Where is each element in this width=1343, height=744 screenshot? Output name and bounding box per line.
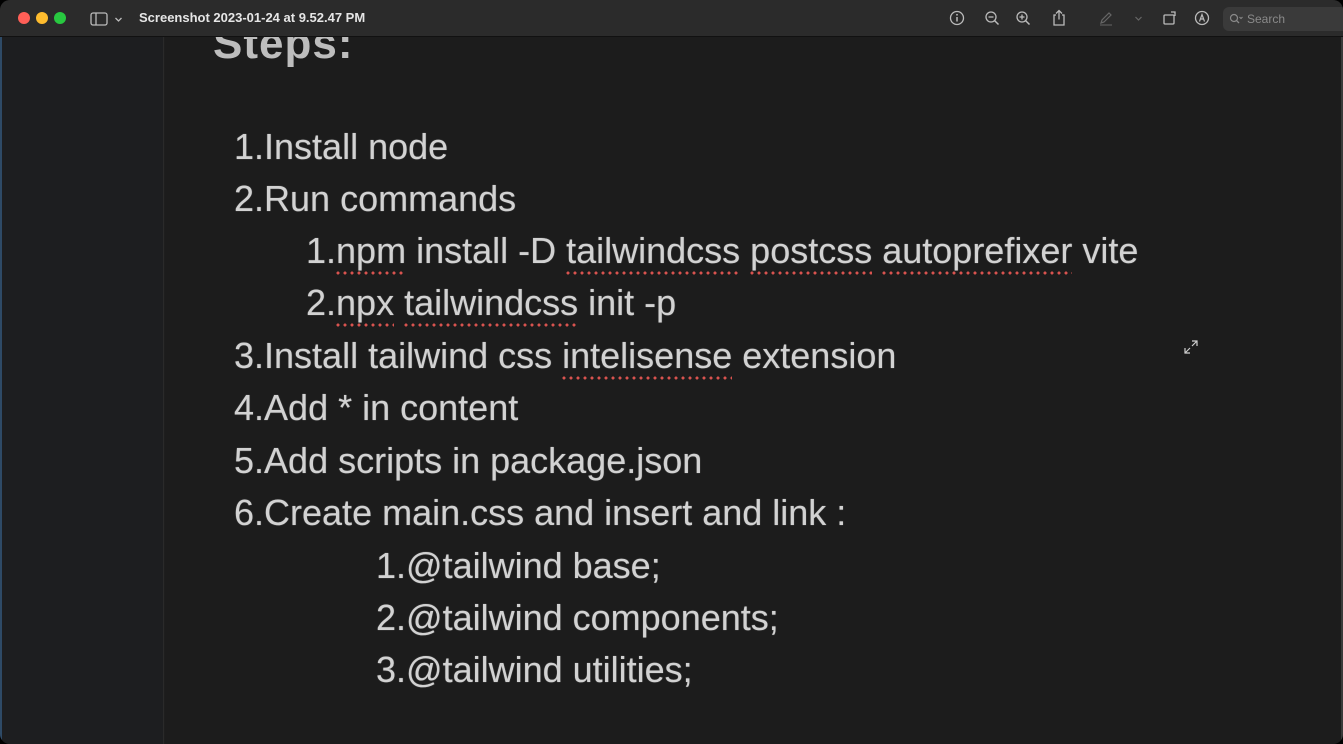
annotate-icon bbox=[1194, 10, 1210, 26]
annotate-button[interactable] bbox=[1193, 9, 1211, 27]
chevron-down-icon bbox=[115, 17, 122, 22]
list-item: 2. @tailwind components; bbox=[376, 598, 779, 638]
misspelled-word: npm bbox=[336, 230, 407, 276]
list-item-text: vite bbox=[1072, 230, 1139, 271]
share-icon bbox=[1053, 9, 1065, 26]
list-item: 3. Install tailwind css intelisense exte… bbox=[234, 335, 897, 381]
list-item: 4. Add * in content bbox=[234, 388, 518, 428]
list-item-text: Create main.css and insert and link : bbox=[264, 492, 847, 533]
share-button[interactable] bbox=[1050, 9, 1068, 27]
misspelled-word: tailwindcss bbox=[404, 282, 579, 328]
list-item-text bbox=[872, 230, 882, 271]
zoom-in-button[interactable] bbox=[1014, 9, 1032, 27]
rotate-icon bbox=[1163, 11, 1176, 25]
list-item-text bbox=[740, 230, 750, 271]
misspelled-word: tailwindcss bbox=[566, 230, 741, 276]
list-item-text: Install node bbox=[264, 126, 449, 167]
rotate-button[interactable] bbox=[1161, 9, 1179, 27]
misspelled-word: postcss bbox=[750, 230, 873, 276]
document-view: Steps: 1. Install node 2. Run commands 1. … bbox=[165, 37, 1343, 744]
misspelled-word: autoprefixer bbox=[882, 230, 1073, 276]
info-icon bbox=[949, 10, 965, 26]
title-bar: Screenshot 2023-01-24 at 9.52.47 PM bbox=[0, 0, 1343, 37]
list-item-text bbox=[394, 282, 404, 323]
list-item-text: @tailwind utilities; bbox=[406, 649, 693, 690]
list-item-number: 4. bbox=[234, 387, 265, 428]
markup-button[interactable] bbox=[1097, 9, 1115, 27]
minimize-window-button[interactable] bbox=[36, 12, 48, 24]
list-item-number: 1. bbox=[376, 545, 407, 586]
search-icon bbox=[1229, 13, 1243, 24]
list-item-text: init -p bbox=[578, 282, 677, 323]
page-heading: Steps: bbox=[213, 37, 354, 68]
list-item-number: 3. bbox=[234, 335, 265, 376]
list-item-number: 1. bbox=[234, 126, 265, 167]
list-item-text: Install tailwind css bbox=[264, 335, 563, 376]
list-item-text: @tailwind components; bbox=[406, 597, 779, 638]
list-item-number: 2. bbox=[306, 282, 337, 323]
list-item-number: 6. bbox=[234, 492, 265, 533]
list-item: 2. Run commands bbox=[234, 179, 516, 219]
list-item: 3. @tailwind utilities; bbox=[376, 650, 693, 690]
list-item: 1. @tailwind base; bbox=[376, 546, 661, 586]
list-item-text: @tailwind base; bbox=[406, 545, 661, 586]
list-item-text: install -D bbox=[406, 230, 567, 271]
zoom-out-icon bbox=[985, 11, 1000, 26]
list-item: 2. npx tailwindcss init -p bbox=[306, 282, 677, 328]
list-item-number: 2. bbox=[376, 597, 407, 638]
list-item-number: 2. bbox=[234, 178, 265, 219]
chevron-down-icon bbox=[1134, 16, 1142, 21]
markup-pen-icon bbox=[1100, 12, 1112, 26]
list-item-text: Run commands bbox=[264, 178, 517, 219]
misspelled-word: intelisense bbox=[562, 335, 733, 381]
sidebar-panel bbox=[0, 37, 164, 744]
list-item-number: 5. bbox=[234, 440, 265, 481]
list-item: 1. npm install -D tailwindcss postcss au… bbox=[306, 230, 1139, 276]
window-title: Screenshot 2023-01-24 at 9.52.47 PM bbox=[139, 10, 366, 25]
list-item-text: Add * in content bbox=[264, 387, 519, 428]
markup-menu-button[interactable] bbox=[1129, 9, 1147, 27]
zoom-out-button[interactable] bbox=[983, 9, 1001, 27]
maximize-window-button[interactable] bbox=[54, 12, 66, 24]
search-input[interactable] bbox=[1247, 12, 1343, 26]
zoom-in-icon bbox=[1016, 11, 1031, 26]
list-item-text: Add scripts in package.json bbox=[264, 440, 703, 481]
list-item-text: extension bbox=[732, 335, 897, 376]
info-button[interactable] bbox=[948, 9, 966, 27]
search-field[interactable] bbox=[1223, 7, 1343, 31]
list-item: 5. Add scripts in package.json bbox=[234, 441, 702, 481]
list-item-number: 3. bbox=[376, 649, 407, 690]
list-item-number: 1. bbox=[306, 230, 337, 271]
list-item: 1. Install node bbox=[234, 127, 448, 167]
preview-window: Screenshot 2023-01-24 at 9.52.47 PM Sear… bbox=[0, 0, 1343, 744]
expand-icon bbox=[1184, 340, 1198, 354]
misspelled-word: npx bbox=[336, 282, 395, 328]
list-item: 6. Create main.css and insert and link : bbox=[234, 493, 846, 533]
sidebar-icon bbox=[90, 12, 108, 26]
close-window-button[interactable] bbox=[18, 12, 30, 24]
sidebar-toggle-button[interactable] bbox=[90, 11, 128, 27]
